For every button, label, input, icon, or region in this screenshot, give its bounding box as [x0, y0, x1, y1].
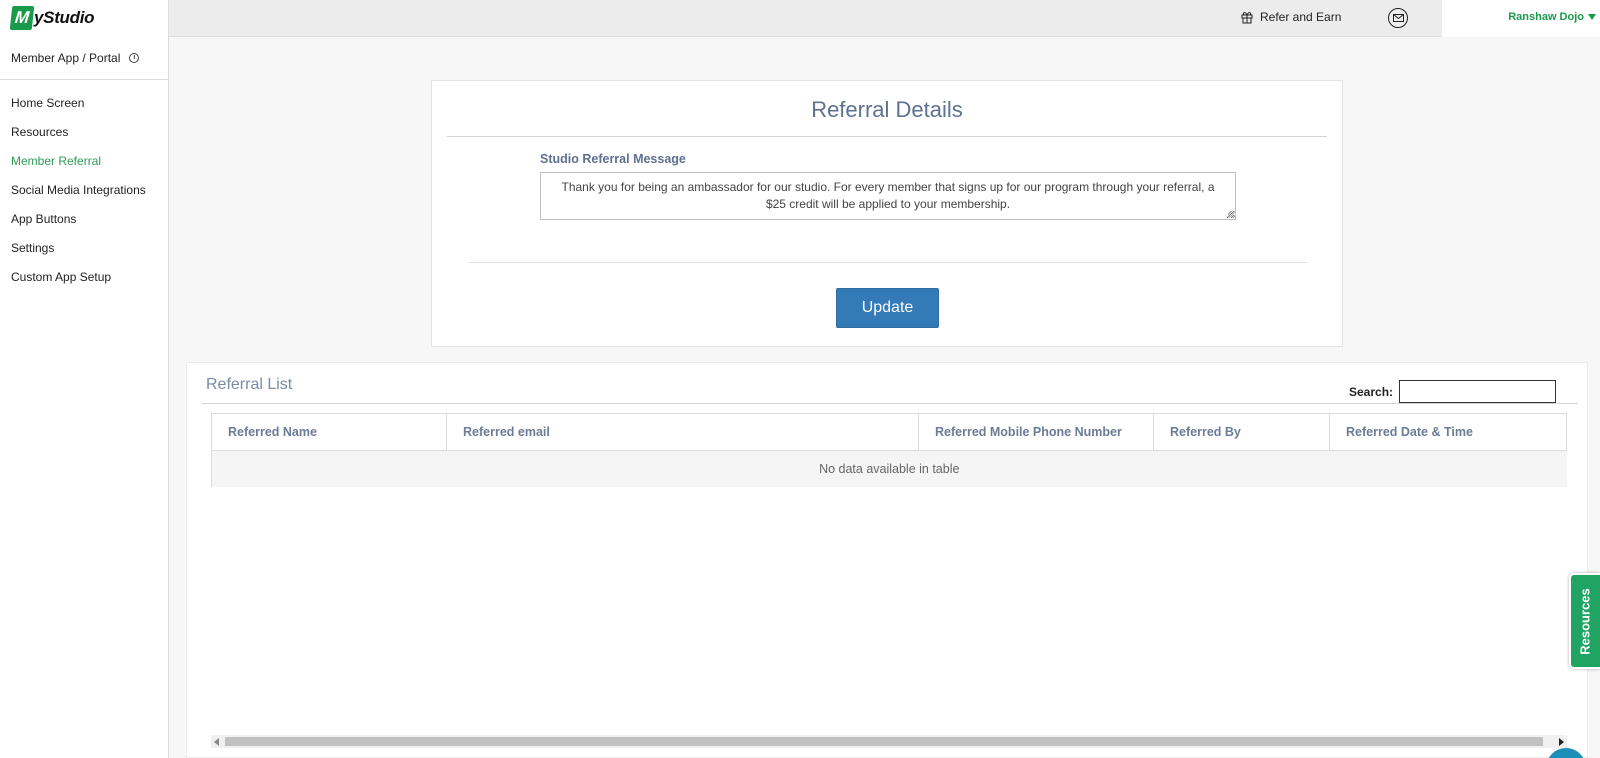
column-header-referred-email[interactable]: Referred email — [446, 413, 919, 451]
user-menu-area: Ranshaw Dojo — [1442, 0, 1600, 37]
sidebar-item-settings[interactable]: Settings — [0, 233, 168, 262]
horizontal-scrollbar[interactable] — [211, 735, 1567, 748]
logo-text: yStudio — [34, 8, 95, 27]
divider — [469, 262, 1307, 263]
sidebar-section-title: Member App / Portal — [11, 51, 121, 65]
gift-icon — [1241, 11, 1253, 23]
sidebar-item-resources[interactable]: Resources — [0, 117, 168, 146]
sidebar-section-header: Member App / Portal i — [0, 37, 168, 80]
mystudio-logo[interactable]: M yStudio — [9, 6, 95, 30]
column-header-referred-phone[interactable]: Referred Mobile Phone Number — [918, 413, 1154, 451]
column-header-referred-date-time[interactable]: Referred Date & Time — [1329, 413, 1567, 451]
referral-message-label: Studio Referral Message — [540, 152, 686, 166]
divider — [202, 403, 1578, 404]
resources-tab-label: Resources — [1578, 587, 1594, 655]
refer-and-earn-label: Refer and Earn — [1260, 10, 1342, 24]
sidebar: Member App / Portal i Home Screen Resour… — [0, 37, 169, 758]
referral-message-textarea[interactable]: Thank you for being an ambassador for ou… — [540, 172, 1236, 220]
logo-area: M yStudio — [0, 0, 169, 37]
refer-and-earn-link[interactable]: Refer and Earn — [1241, 10, 1341, 24]
referral-list-title: Referral List — [206, 376, 293, 393]
divider — [447, 136, 1327, 137]
sidebar-item-custom-app-setup[interactable]: Custom App Setup — [0, 262, 168, 291]
resources-side-tab[interactable]: Resources — [1569, 573, 1600, 669]
chevron-down-icon — [1588, 14, 1596, 20]
scroll-left-icon[interactable] — [214, 738, 219, 746]
sidebar-item-social-media-integrations[interactable]: Social Media Integrations — [0, 175, 168, 204]
referral-details-title: Referral Details — [811, 97, 963, 122]
table-header-row: Referred Name Referred email Referred Mo… — [211, 413, 1567, 451]
user-menu-dropdown[interactable]: Ranshaw Dojo — [1508, 11, 1596, 23]
logo-mark: M — [9, 6, 35, 30]
update-button[interactable]: Update — [836, 288, 939, 328]
scrollbar-thumb[interactable] — [225, 737, 1543, 746]
info-icon[interactable]: i — [129, 53, 140, 63]
sidebar-item-member-referral[interactable]: Member Referral — [0, 146, 168, 175]
referral-list-panel: Referral List Search: Referred Name Refe… — [186, 362, 1588, 758]
sidebar-item-app-buttons[interactable]: App Buttons — [0, 204, 168, 233]
column-header-referred-by[interactable]: Referred By — [1153, 413, 1330, 451]
column-header-referred-name[interactable]: Referred Name — [211, 413, 447, 451]
referral-details-card: Referral Details Studio Referral Message… — [431, 80, 1343, 347]
resize-handle-icon[interactable] — [1228, 211, 1235, 218]
empty-table-message: No data available in table — [211, 450, 1567, 487]
sidebar-item-home-screen[interactable]: Home Screen — [0, 88, 168, 117]
search-input[interactable] — [1399, 380, 1557, 403]
table-search: Search: — [1349, 380, 1557, 403]
sidebar-menu: Home Screen Resources Member Referral So… — [0, 80, 168, 291]
search-label: Search: — [1349, 384, 1394, 399]
top-bar: M yStudio Refer and Earn Ranshaw Dojo — [0, 0, 1600, 37]
referral-table: Referred Name Referred email Referred Mo… — [211, 413, 1567, 487]
user-name: Ranshaw Dojo — [1508, 11, 1584, 23]
scroll-right-icon[interactable] — [1559, 738, 1564, 746]
mail-icon[interactable] — [1388, 8, 1408, 28]
table-row: No data available in table — [211, 450, 1567, 487]
